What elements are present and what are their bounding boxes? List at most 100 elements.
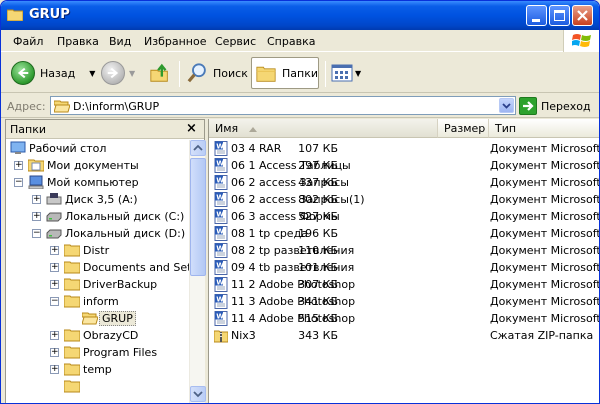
views-dropdown-icon[interactable]: ▼ bbox=[355, 69, 361, 78]
chevron-up-icon bbox=[193, 144, 203, 151]
menu-help[interactable]: Справка bbox=[267, 35, 315, 48]
address-dropdown-button[interactable] bbox=[499, 98, 514, 113]
maximize-button[interactable] bbox=[549, 5, 570, 26]
column-header-name[interactable]: Имя bbox=[209, 119, 438, 138]
folder-icon bbox=[7, 9, 23, 21]
windows-flag-icon bbox=[572, 34, 591, 47]
file-type: Документ Microsoft Word bbox=[490, 159, 600, 172]
file-name: 03 4 RAR bbox=[231, 142, 282, 155]
expand-icon[interactable]: + bbox=[50, 348, 59, 357]
svg-text:W: W bbox=[216, 296, 224, 304]
collapse-icon[interactable]: − bbox=[32, 229, 41, 238]
sort-ascending-icon bbox=[249, 127, 257, 132]
expand-icon[interactable]: + bbox=[32, 212, 41, 221]
hard-drive-icon bbox=[46, 212, 62, 222]
expand-icon[interactable]: + bbox=[50, 331, 59, 340]
address-value: D:\inform\GRUP bbox=[73, 100, 160, 113]
file-row[interactable]: W 11 2 Adobe Photoshop 307 КБ Документ Micr… bbox=[209, 276, 599, 293]
svg-text:W: W bbox=[216, 245, 224, 253]
svg-text:W: W bbox=[216, 143, 224, 151]
folders-scrollbar[interactable] bbox=[189, 140, 206, 403]
file-type: Документ Microsoft Word bbox=[490, 295, 600, 308]
forward-arrow-icon bbox=[101, 61, 125, 85]
file-size: 341 КБ bbox=[298, 295, 338, 308]
file-row[interactable]: W 11 3 Adobe Photoshop 341 КБ Документ Micr… bbox=[209, 293, 600, 310]
file-row[interactable]: W 06 3 access Формы 527 КБ Документ Microso… bbox=[209, 208, 599, 225]
chevron-down-icon bbox=[193, 391, 203, 398]
go-button[interactable]: Переход bbox=[519, 96, 591, 116]
file-type: Документ Microsoft Word bbox=[490, 227, 600, 240]
file-row[interactable]: W 11 4 Adobe Photoshop 515 КБ Документ Micr… bbox=[209, 310, 600, 327]
address-bar: Адрес: D:\inform\GRUP Переход bbox=[1, 94, 599, 118]
file-size: 107 КБ bbox=[298, 142, 338, 155]
column-header-type[interactable]: Тип bbox=[489, 119, 599, 138]
floppy-drive-icon bbox=[46, 193, 62, 205]
folder-icon bbox=[64, 346, 80, 359]
svg-text:W: W bbox=[216, 194, 224, 202]
back-dropdown-icon[interactable]: ▼ bbox=[89, 69, 95, 78]
title-bar[interactable]: GRUP bbox=[1, 1, 599, 30]
word-doc-icon: W bbox=[214, 294, 228, 309]
expand-icon[interactable]: + bbox=[50, 246, 59, 255]
expand-icon[interactable]: + bbox=[14, 161, 23, 170]
file-size: 297 КБ bbox=[298, 159, 338, 172]
address-input[interactable]: D:\inform\GRUP bbox=[50, 96, 516, 115]
file-size: 437 КБ bbox=[298, 176, 338, 189]
file-type: Документ Microsoft Word bbox=[490, 142, 600, 155]
folders-close-icon[interactable]: × bbox=[186, 121, 197, 136]
forward-dropdown-icon[interactable]: ▼ bbox=[129, 69, 135, 78]
my-documents-icon bbox=[28, 159, 44, 172]
back-button[interactable]: Назад ▼ bbox=[11, 59, 95, 87]
file-size: 110 КБ bbox=[298, 244, 338, 257]
svg-text:W: W bbox=[216, 313, 224, 321]
svg-text:W: W bbox=[216, 160, 224, 168]
minimize-button[interactable] bbox=[526, 5, 547, 26]
folder-icon bbox=[64, 261, 80, 274]
file-row[interactable]: W 09 4 tb разветвления 101 КБ Документ Micr… bbox=[209, 259, 600, 276]
forward-button[interactable]: ▼ bbox=[101, 59, 135, 87]
file-type: Документ Microsoft Word bbox=[490, 261, 600, 274]
menu-favorites[interactable]: Избранное bbox=[144, 35, 206, 48]
file-row[interactable]: Nix3 343 КБ Сжатая ZIP-папка bbox=[209, 327, 599, 344]
chevron-down-icon bbox=[502, 103, 511, 109]
file-type: Документ Microsoft Word bbox=[490, 312, 600, 325]
file-row[interactable]: W 03 4 RAR 107 КБ Документ Microsoft Word bbox=[209, 140, 600, 157]
menu-edit[interactable]: Правка bbox=[57, 35, 99, 48]
collapse-icon[interactable]: − bbox=[14, 178, 23, 187]
search-icon bbox=[187, 63, 206, 83]
expand-icon[interactable]: + bbox=[32, 195, 41, 204]
file-row[interactable]: W 06 2 access Запросы(1) 802 КБ Документ Mi… bbox=[209, 191, 599, 208]
word-doc-icon: W bbox=[214, 209, 228, 224]
expand-icon[interactable]: + bbox=[50, 263, 59, 272]
folders-pane: Папки × Рабочий стол + Мои документы − М… bbox=[5, 119, 206, 403]
hard-drive-icon bbox=[46, 229, 62, 239]
expand-icon[interactable]: + bbox=[50, 365, 59, 374]
file-type: Документ Microsoft Word bbox=[490, 176, 600, 189]
scroll-down-button[interactable] bbox=[190, 386, 206, 402]
file-type: Документ Microsoft Word bbox=[490, 244, 600, 257]
folder-icon bbox=[64, 380, 80, 393]
file-row[interactable]: W 08 1 tp среда196 КБ Документ Microsoft W… bbox=[209, 225, 600, 242]
file-row[interactable]: W 06 2 access Запросы 437 КБ Документ Micro… bbox=[209, 174, 600, 191]
folders-button[interactable]: Папки bbox=[251, 57, 319, 89]
scroll-up-button[interactable] bbox=[190, 140, 206, 156]
close-button[interactable] bbox=[572, 5, 593, 26]
expand-icon[interactable]: + bbox=[50, 280, 59, 289]
views-button[interactable]: ▼ bbox=[331, 59, 361, 87]
go-label: Переход bbox=[541, 99, 591, 113]
svg-text:W: W bbox=[216, 228, 224, 236]
collapse-icon[interactable]: − bbox=[50, 297, 59, 306]
file-type: Сжатая ZIP-папка bbox=[490, 329, 594, 342]
file-row[interactable]: W 06 1 Access Таблицы 297 КБ Документ Micro… bbox=[209, 157, 600, 174]
menu-tools[interactable]: Сервис bbox=[215, 35, 256, 48]
open-folder-icon bbox=[54, 100, 70, 113]
windows-logo bbox=[563, 30, 599, 52]
search-button[interactable]: Поиск bbox=[187, 59, 248, 87]
file-row[interactable]: W 08 2 tp разветвления 110 КБ Документ Micr… bbox=[209, 242, 600, 259]
menu-view[interactable]: Вид bbox=[109, 35, 131, 48]
menu-file[interactable]: Файл bbox=[13, 35, 43, 48]
column-header-size[interactable]: Размер bbox=[438, 119, 489, 138]
up-folder-button[interactable] bbox=[149, 59, 171, 87]
scroll-thumb[interactable] bbox=[190, 158, 206, 276]
folder-tree: Рабочий стол + Мои документы − Мой компь… bbox=[6, 140, 189, 403]
